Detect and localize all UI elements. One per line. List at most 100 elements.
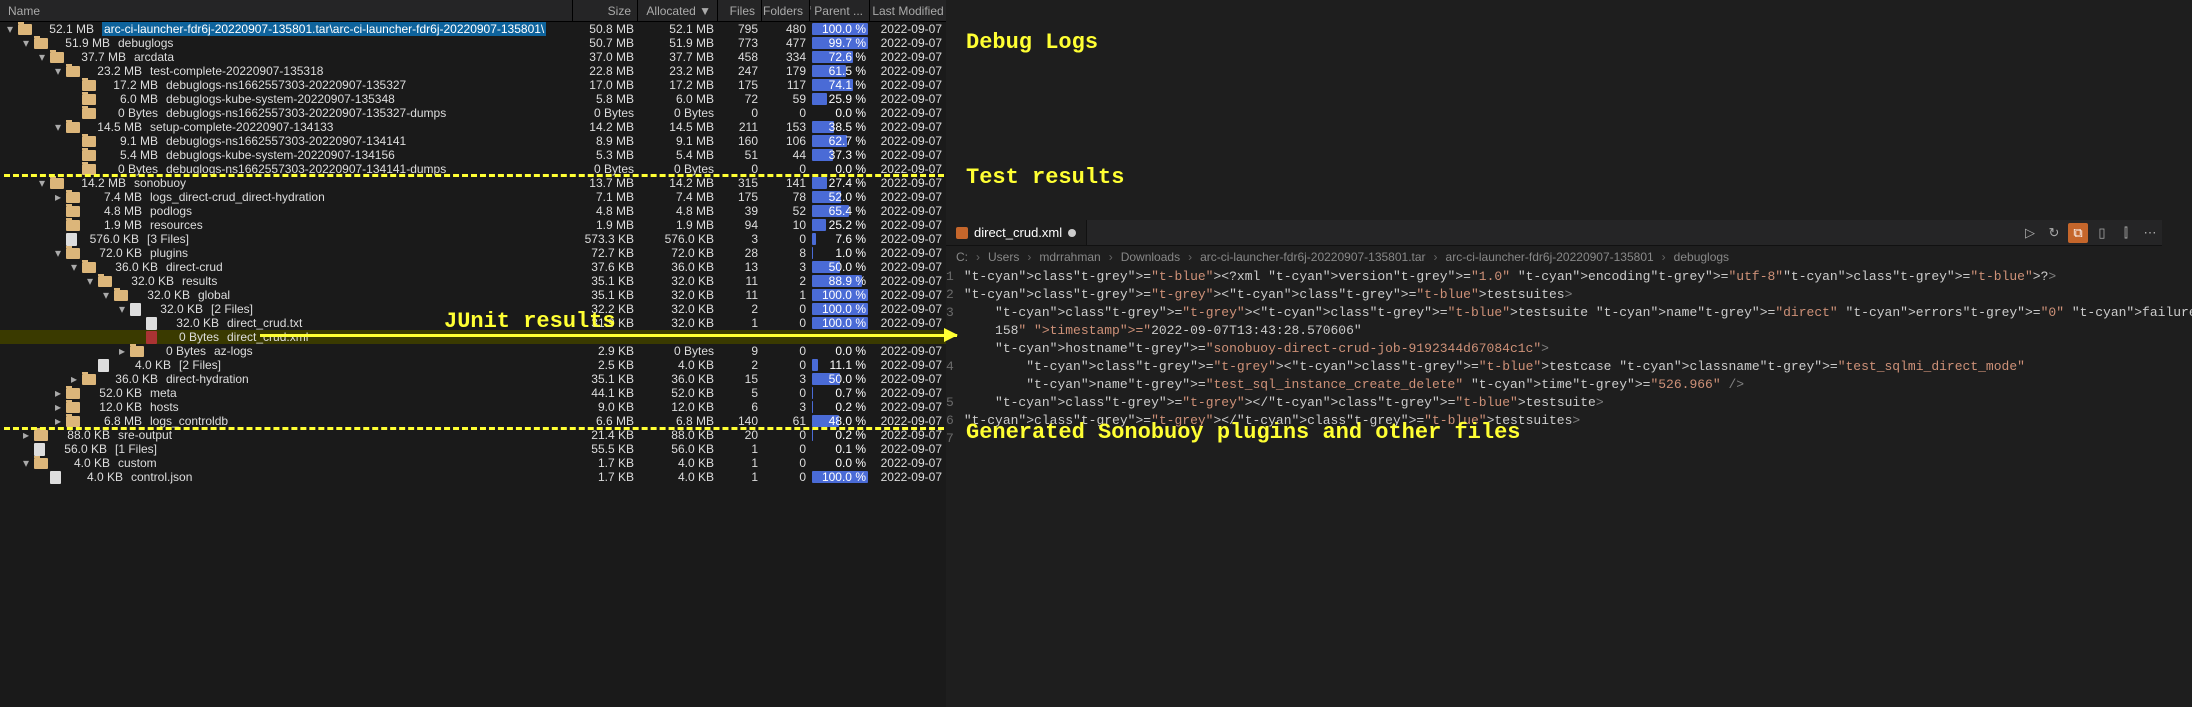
table-row[interactable]: ▾51.9 MBdebuglogs50.7 MB51.9 MB77347799.… — [0, 36, 946, 50]
table-row[interactable]: ▾14.2 MBsonobuoy13.7 MB14.2 MB31514127.4… — [0, 176, 946, 190]
cell-size: 17.0 MB — [573, 78, 638, 92]
item-name: direct-hydration — [166, 372, 249, 386]
table-row[interactable]: ▾37.7 MBarcdata37.0 MB37.7 MB45833472.6 … — [0, 50, 946, 64]
table-row[interactable]: 4.0 KB[2 Files]2.5 KB4.0 KB2011.1 %2022-… — [0, 358, 946, 372]
table-row[interactable]: 0 Bytesdirect_crud.xml — [0, 330, 946, 344]
item-name: arc-ci-launcher-fdr6j-20220907-135801.ta… — [102, 22, 546, 36]
expand-toggle-icon[interactable]: ▾ — [116, 303, 128, 315]
cell-files: 1 — [718, 456, 762, 470]
expand-toggle-icon[interactable]: ▸ — [52, 401, 64, 413]
item-name: sre-output — [118, 428, 172, 442]
table-row[interactable]: 4.8 MBpodlogs4.8 MB4.8 MB395265.4 %2022-… — [0, 204, 946, 218]
split-vertical-icon[interactable]: ⫿ — [2116, 223, 2136, 243]
expand-toggle-icon[interactable]: ▾ — [68, 261, 80, 273]
split-horizontal-icon[interactable]: ▯ — [2092, 223, 2112, 243]
expand-toggle-icon[interactable]: ▸ — [116, 345, 128, 357]
cell-last: 2022-09-07 — [870, 400, 946, 414]
crumb[interactable]: mdrrahman — [1039, 250, 1100, 264]
expand-toggle-icon[interactable]: ▸ — [68, 373, 80, 385]
expand-toggle-icon[interactable]: ▸ — [52, 387, 64, 399]
inline-size: 36.0 KB — [102, 260, 158, 274]
tree-header: Name Size Allocated ▼ Files Folders % of… — [0, 0, 946, 22]
crumb[interactable]: C: — [956, 250, 968, 264]
expand-toggle-icon[interactable]: ▾ — [20, 37, 32, 49]
cell-pct: 100.0 % — [810, 470, 870, 484]
code-area[interactable]: 1234567 "t-cyan">class"t-grey">="t-blue"… — [946, 268, 2162, 448]
col-folders[interactable]: Folders — [762, 0, 810, 21]
expand-toggle-icon[interactable]: ▾ — [52, 65, 64, 77]
expand-toggle-icon[interactable]: ▾ — [100, 289, 112, 301]
table-row[interactable]: ▾23.2 MBtest-complete-20220907-13531822.… — [0, 64, 946, 78]
table-row[interactable]: ▾52.1 MBarc-ci-launcher-fdr6j-20220907-1… — [0, 22, 946, 36]
table-row[interactable]: ▾36.0 KBdirect-crud37.6 KB36.0 KB13350.0… — [0, 260, 946, 274]
expand-toggle-icon[interactable]: ▸ — [20, 429, 32, 441]
table-row[interactable]: 576.0 KB[3 Files]573.3 KB576.0 KB307.6 %… — [0, 232, 946, 246]
expand-toggle-icon[interactable]: ▾ — [52, 121, 64, 133]
cell-files: 0 — [718, 106, 762, 120]
table-row[interactable]: ▸88.0 KBsre-output21.4 KB88.0 KB2000.2 %… — [0, 428, 946, 442]
crumb[interactable]: debuglogs — [1674, 250, 1729, 264]
run-icon[interactable]: ▷ — [2020, 223, 2040, 243]
expand-toggle-icon[interactable]: ▾ — [36, 51, 48, 63]
crumb[interactable]: Users — [988, 250, 1019, 264]
cell-allocated: 5.4 MB — [638, 148, 718, 162]
table-row[interactable]: ▾32.0 KB[2 Files]32.2 KB32.0 KB20100.0 %… — [0, 302, 946, 316]
folder-icon — [82, 108, 96, 119]
table-row[interactable]: ▸36.0 KBdirect-hydration35.1 KB36.0 KB15… — [0, 372, 946, 386]
cell-allocated: 36.0 KB — [638, 260, 718, 274]
table-row[interactable]: ▾32.0 KBglobal35.1 KB32.0 KB111100.0 %20… — [0, 288, 946, 302]
table-row[interactable]: ▸6.8 MBlogs_controldb6.6 MB6.8 MB1406148… — [0, 414, 946, 428]
cell-pct: 100.0 % — [810, 302, 870, 316]
expand-toggle-icon[interactable]: ▾ — [84, 275, 96, 287]
expand-toggle-icon[interactable]: ▸ — [52, 415, 64, 427]
table-row[interactable]: 9.1 MBdebuglogs-ns1662557303-20220907-13… — [0, 134, 946, 148]
expand-toggle-icon[interactable]: ▾ — [52, 247, 64, 259]
expand-toggle-icon[interactable]: ▾ — [4, 23, 16, 35]
item-name: [2 Files] — [179, 358, 221, 372]
table-row[interactable]: 56.0 KB[1 Files]55.5 KB56.0 KB100.1 %202… — [0, 442, 946, 456]
table-row[interactable]: ▸52.0 KBmeta44.1 KB52.0 KB500.7 %2022-09… — [0, 386, 946, 400]
inline-size: 12.0 KB — [86, 400, 142, 414]
table-row[interactable]: ▸7.4 MBlogs_direct-crud_direct-hydration… — [0, 190, 946, 204]
table-row[interactable]: 32.0 KBdirect_crud.txt31.9 KB32.0 KB1010… — [0, 316, 946, 330]
table-row[interactable]: ▾4.0 KBcustom1.7 KB4.0 KB100.0 %2022-09-… — [0, 456, 946, 470]
table-row[interactable]: ▸0 Bytesaz-logs2.9 KB0 Bytes900.0 %2022-… — [0, 344, 946, 358]
table-row[interactable]: ▾14.5 MBsetup-complete-20220907-13413314… — [0, 120, 946, 134]
cell-files: 211 — [718, 120, 762, 134]
table-row[interactable]: 0 Bytesdebuglogs-ns1662557303-20220907-1… — [0, 162, 946, 176]
cell-files: 458 — [718, 50, 762, 64]
table-row[interactable]: 0 Bytesdebuglogs-ns1662557303-20220907-1… — [0, 106, 946, 120]
expand-toggle-icon[interactable]: ▾ — [36, 177, 48, 189]
inline-size: 1.9 MB — [86, 218, 142, 232]
col-allocated[interactable]: Allocated ▼ — [638, 0, 718, 21]
cell-last: 2022-09-07 — [870, 372, 946, 386]
breadcrumb[interactable]: C: Users mdrrahman Downloads arc-ci-laun… — [946, 246, 2162, 268]
table-row[interactable]: ▾32.0 KBresults35.1 KB32.0 KB11288.9 %20… — [0, 274, 946, 288]
col-last-mod[interactable]: Last Modified — [870, 0, 946, 21]
table-row[interactable]: 4.0 KBcontrol.json1.7 KB4.0 KB10100.0 %2… — [0, 470, 946, 484]
cell-files: 3 — [718, 232, 762, 246]
table-row[interactable]: 6.0 MBdebuglogs-kube-system-20220907-135… — [0, 92, 946, 106]
cell-size: 35.1 KB — [573, 372, 638, 386]
col-size[interactable]: Size — [573, 0, 638, 21]
editor-tab-direct-crud[interactable]: direct_crud.xml — [946, 220, 1087, 245]
expand-toggle-icon[interactable]: ▾ — [20, 457, 32, 469]
expand-toggle-icon[interactable]: ▸ — [52, 191, 64, 203]
table-row[interactable]: 17.2 MBdebuglogs-ns1662557303-20220907-1… — [0, 78, 946, 92]
crumb[interactable]: arc-ci-launcher-fdr6j-20220907-135801 — [1446, 250, 1654, 264]
expand-toggle-icon — [132, 331, 144, 343]
history-icon[interactable]: ↻ — [2044, 223, 2064, 243]
crumb[interactable]: arc-ci-launcher-fdr6j-20220907-135801.ta… — [1200, 250, 1425, 264]
more-icon[interactable]: ⋯ — [2140, 223, 2160, 243]
table-row[interactable]: ▸12.0 KBhosts9.0 KB12.0 KB630.2 %2022-09… — [0, 400, 946, 414]
table-row[interactable]: ▾72.0 KBplugins72.7 KB72.0 KB2881.0 %202… — [0, 246, 946, 260]
crumb[interactable]: Downloads — [1121, 250, 1180, 264]
col-files[interactable]: Files — [718, 0, 762, 21]
col-pct-parent[interactable]: % of Parent ... — [810, 0, 870, 21]
table-row[interactable]: 5.4 MBdebuglogs-kube-system-20220907-134… — [0, 148, 946, 162]
table-row[interactable]: 1.9 MBresources1.9 MB1.9 MB941025.2 %202… — [0, 218, 946, 232]
cell-last: 2022-09-07 — [870, 36, 946, 50]
col-name[interactable]: Name — [0, 0, 573, 21]
compare-icon[interactable]: ⧉ — [2068, 223, 2088, 243]
cell-files: 72 — [718, 92, 762, 106]
